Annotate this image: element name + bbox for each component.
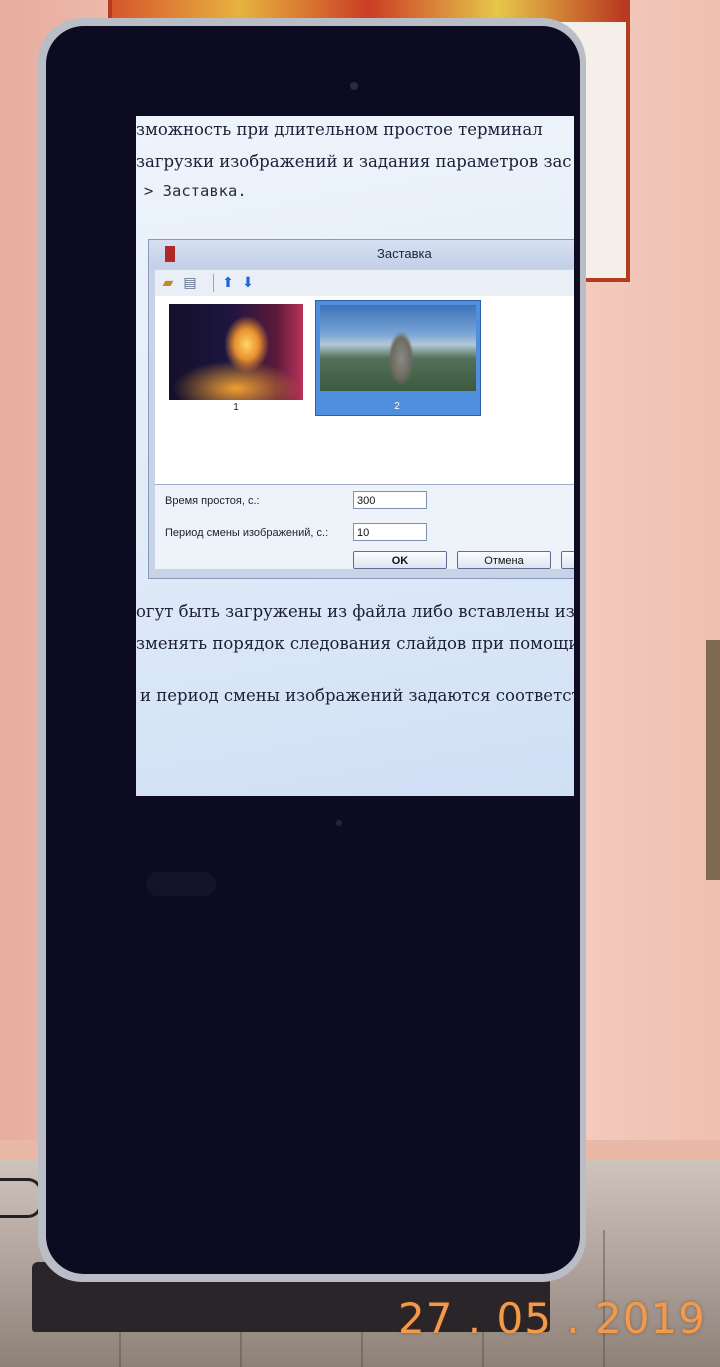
paste-icon[interactable]: ▤ bbox=[181, 274, 199, 292]
doc-line: огут быть загружены из файла либо вставл… bbox=[136, 602, 574, 621]
door-frame bbox=[706, 640, 720, 880]
params-panel: Время простоя, с.: 300 Период смены изоб… bbox=[155, 484, 574, 569]
period-label: Период смены изображений, с.: bbox=[165, 527, 329, 539]
power-cable bbox=[0, 1178, 42, 1218]
idle-time-input[interactable]: 300 bbox=[353, 491, 427, 509]
cancel-button[interactable]: Отмена bbox=[457, 551, 551, 569]
period-input[interactable]: 10 bbox=[353, 523, 427, 541]
slide-thumbnail[interactable] bbox=[169, 304, 303, 400]
speaker-grille bbox=[146, 872, 216, 896]
arrow-up-icon[interactable]: ⬆ bbox=[219, 274, 237, 292]
folder-open-icon[interactable]: ▰ bbox=[159, 274, 177, 292]
extra-button[interactable] bbox=[561, 551, 574, 569]
slides-list: 1 2 bbox=[155, 296, 574, 484]
doc-line: зможность при длительном простое термина… bbox=[136, 120, 543, 139]
doc-line: зменять порядок следования слайдов при п… bbox=[136, 634, 574, 653]
photo-date-stamp: 27 . 05 . 2019 bbox=[398, 1294, 706, 1343]
sensor-dot bbox=[336, 820, 342, 826]
slide-selection bbox=[315, 300, 481, 416]
dialog-title: Заставка bbox=[377, 246, 432, 261]
doc-path: > Заставка. bbox=[144, 182, 247, 200]
app-icon bbox=[165, 246, 175, 262]
doc-line: загрузки изображений и задания параметро… bbox=[136, 152, 572, 171]
slide-thumbnail[interactable] bbox=[320, 305, 476, 391]
toolbar-separator bbox=[213, 274, 214, 292]
idle-time-label: Время простоя, с.: bbox=[165, 495, 260, 507]
ok-button[interactable]: OK bbox=[353, 551, 447, 569]
slide-number: 2 bbox=[394, 401, 400, 412]
screensaver-dialog: Заставка ▰ ▤ ⬆ ⬇ 1 2 Время простоя, с.: … bbox=[148, 239, 574, 579]
camera-icon bbox=[350, 82, 358, 90]
dialog-toolbar: ▰ ▤ ⬆ ⬇ bbox=[155, 270, 574, 297]
kiosk-screen[interactable]: зможность при длительном простое термина… bbox=[136, 116, 574, 796]
slide-number: 1 bbox=[233, 402, 239, 413]
dialog-titlebar: Заставка bbox=[149, 240, 574, 268]
arrow-down-icon[interactable]: ⬇ bbox=[239, 274, 257, 292]
kiosk-bezel: зможность при длительном простое термина… bbox=[46, 26, 580, 1274]
doc-line: и период смены изображений задаются соот… bbox=[140, 686, 574, 705]
